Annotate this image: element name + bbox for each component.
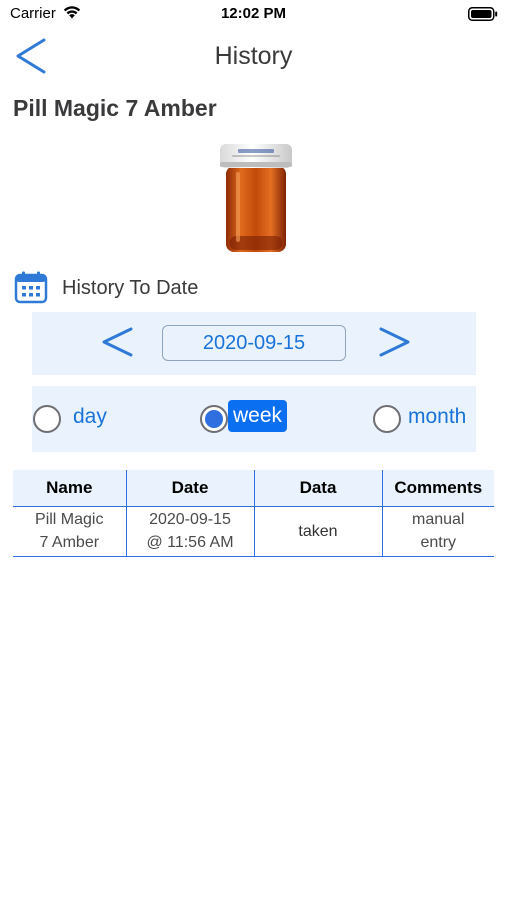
date-field[interactable]: 2020-09-15 xyxy=(162,325,346,361)
range-option-week[interactable]: week xyxy=(200,399,300,439)
cell-data: taken xyxy=(254,506,383,557)
cell-comments-line2: entry xyxy=(420,534,457,551)
range-option-day[interactable]: day xyxy=(32,399,132,439)
cell-comments-line1: manual xyxy=(412,511,465,528)
battery-icon xyxy=(468,7,498,21)
range-selector: day week month xyxy=(32,386,476,452)
calendar-icon xyxy=(14,271,48,304)
history-section-header: History To Date xyxy=(14,270,414,306)
column-header-data: Data xyxy=(254,470,383,507)
history-to-date-label: History To Date xyxy=(62,277,199,299)
previous-date-button[interactable] xyxy=(100,322,136,362)
cell-name: Pill Magic 7 Amber xyxy=(13,506,127,557)
date-navigator: 2020-09-15 xyxy=(32,312,476,375)
column-header-comments: Comments xyxy=(382,470,494,507)
column-header-date: Date xyxy=(126,470,255,507)
cell-date-line1: 2020-09-15 xyxy=(149,511,231,528)
radio-month[interactable] xyxy=(373,405,401,433)
table-header-row: Name Date Data Comments xyxy=(13,470,494,507)
status-time: 12:02 PM xyxy=(220,5,287,22)
navigation-bar: History xyxy=(0,30,507,82)
range-option-month[interactable]: month xyxy=(372,399,476,439)
cell-date-line2: @ 11:56 AM xyxy=(146,534,234,551)
chevron-left-icon xyxy=(102,327,133,357)
history-table: Name Date Data Comments Pill Magic 7 Amb… xyxy=(13,470,494,557)
medication-name: Pill Magic 7 Amber xyxy=(13,95,217,121)
range-label-week: week xyxy=(228,400,288,432)
pill-bottle-image xyxy=(220,144,292,252)
cell-date: 2020-09-15 @ 11:56 AM xyxy=(126,506,255,557)
table-row[interactable]: Pill Magic 7 Amber 2020-09-15 @ 11:56 AM… xyxy=(13,506,494,557)
cell-comments: manual entry xyxy=(382,506,494,557)
next-date-button[interactable] xyxy=(376,322,412,362)
chevron-right-icon xyxy=(379,327,410,357)
radio-week[interactable] xyxy=(200,405,228,433)
cell-name-line2: 7 Amber xyxy=(39,534,100,551)
radio-day[interactable] xyxy=(33,405,61,433)
page-title: History xyxy=(214,42,293,70)
cell-name-line1: Pill Magic xyxy=(35,511,104,528)
status-bar: Carrier 12:02 PM xyxy=(0,0,507,28)
range-label-month: month xyxy=(408,405,467,428)
column-header-name: Name xyxy=(13,470,127,507)
range-label-day: day xyxy=(73,405,107,428)
